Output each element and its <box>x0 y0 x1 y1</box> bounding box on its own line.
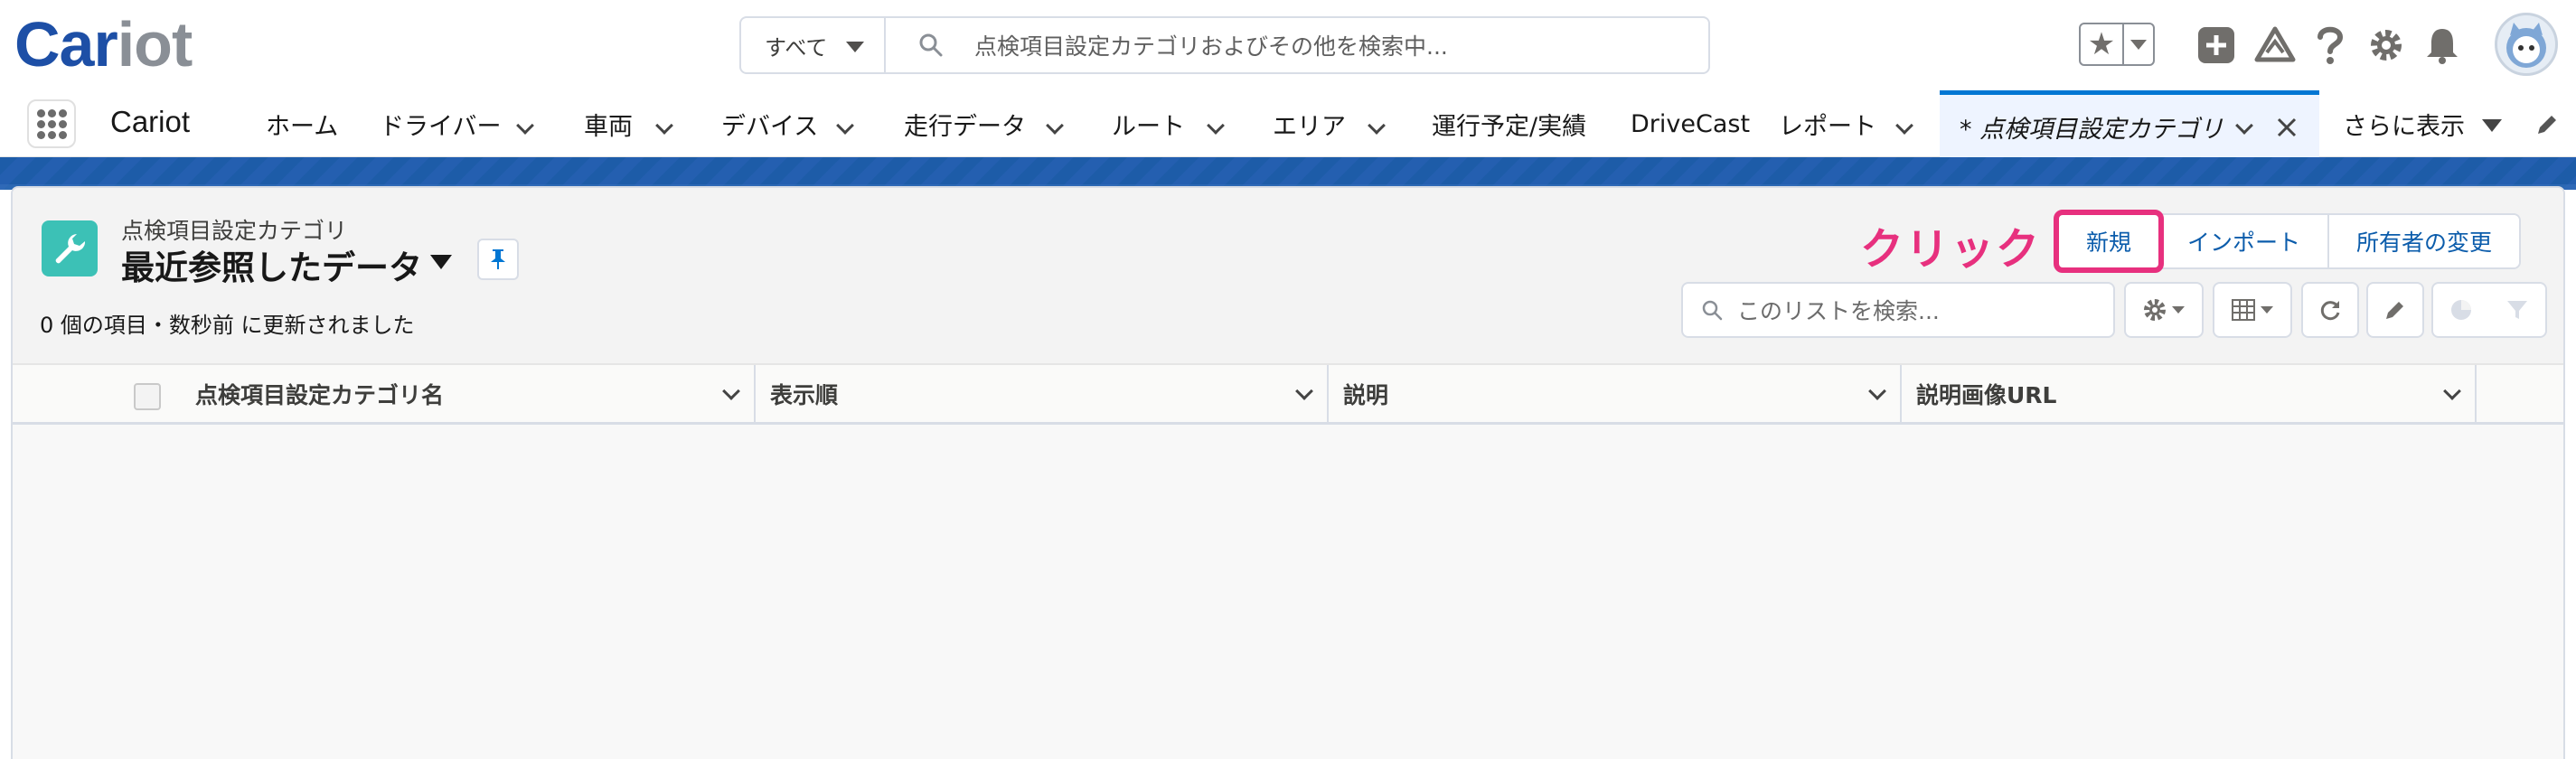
list-view-switcher-icon[interactable] <box>430 255 452 269</box>
nav-item-home[interactable]: ホーム <box>266 90 338 157</box>
bell-icon[interactable] <box>2424 25 2460 65</box>
favorites-button[interactable]: ★ <box>2079 23 2155 66</box>
table-icon <box>2232 299 2255 321</box>
refresh-icon <box>2320 301 2340 321</box>
list-view-header: 点検項目設定カテゴリ 最近参照したデータ 0 個の項目・数秒前 に更新されました… <box>13 188 2563 363</box>
header-utility-icons: ★ <box>2079 13 2558 76</box>
inline-edit-button[interactable] <box>2366 282 2424 338</box>
pin-list-button[interactable] <box>477 239 519 280</box>
global-header: Car iot すべて 点検項目設定カテゴリおよびその他を検索中... ★ <box>0 0 2576 90</box>
pin-icon <box>491 249 505 269</box>
caret-down-icon <box>2130 39 2147 50</box>
app-launcher-icon[interactable] <box>27 99 76 148</box>
nav-item-drivecast[interactable]: DriveCast <box>1631 90 1750 157</box>
display-as-button[interactable] <box>2213 282 2292 338</box>
filter-icon[interactable] <box>2505 298 2529 322</box>
chevron-down-icon[interactable] <box>1295 382 1313 400</box>
caret-down-icon <box>2261 306 2273 314</box>
favorites-dropdown[interactable] <box>2124 24 2153 64</box>
global-search: すべて 点検項目設定カテゴリおよびその他を検索中... <box>739 16 1710 74</box>
search-scope-dropdown[interactable]: すべて <box>741 18 886 72</box>
list-view-card: 点検項目設定カテゴリ 最近参照したデータ 0 個の項目・数秒前 に更新されました… <box>11 186 2565 759</box>
table-body-empty <box>13 425 2563 759</box>
nav-item-drivers[interactable]: ドライバー <box>380 90 501 157</box>
wrench-icon <box>42 220 98 276</box>
list-view-title: 最近参照したデータ <box>121 248 422 287</box>
app-name: Cariot <box>110 105 191 138</box>
chevron-down-icon[interactable] <box>1046 117 1064 135</box>
nav-item-vehicles[interactable]: 車両 <box>584 90 633 157</box>
chevron-down-icon[interactable] <box>1207 117 1225 135</box>
edit-icon <box>2386 302 2403 319</box>
help-icon[interactable] <box>2314 25 2346 65</box>
search-icon <box>919 33 943 57</box>
column-header-description[interactable]: 説明 <box>1329 365 1902 422</box>
column-header-image-url[interactable]: 説明画像URL <box>1902 365 2477 422</box>
user-avatar[interactable] <box>2495 13 2558 76</box>
star-icon[interactable]: ★ <box>2081 24 2124 64</box>
caret-down-icon <box>846 42 864 52</box>
caret-down-icon[interactable] <box>2482 119 2502 132</box>
brand-band <box>0 157 2576 190</box>
click-annotation: クリック <box>1860 224 2042 275</box>
chart-icon[interactable] <box>2449 298 2473 322</box>
plus-icon[interactable] <box>2196 25 2236 65</box>
nav-item-drive-data[interactable]: 走行データ <box>904 90 1026 157</box>
nav-item-reports[interactable]: レポート <box>1779 90 1876 157</box>
search-icon <box>1702 300 1723 321</box>
gear-icon[interactable] <box>2366 25 2406 65</box>
list-actions: 新規 インポート 所有者の変更 <box>2053 210 2522 273</box>
tab-inspection-category[interactable]: * 点検項目設定カテゴリ <box>1940 90 2319 157</box>
nav-item-devices[interactable]: デバイス <box>721 90 818 157</box>
change-owner-button[interactable]: 所有者の変更 <box>2327 215 2520 267</box>
table-header: 点検項目設定カテゴリ名 表示順 説明 説明画像URL <box>13 363 2563 425</box>
nav-item-areas[interactable]: エリア <box>1273 90 1346 157</box>
chevron-down-icon[interactable] <box>1895 117 1913 135</box>
chart-filter-group <box>2431 282 2547 338</box>
avatar-image-icon <box>2506 23 2546 68</box>
select-all-checkbox[interactable] <box>134 383 161 410</box>
list-meta-status: 0 個の項目・数秒前 に更新されました <box>40 313 415 338</box>
trailhead-icon[interactable] <box>2254 25 2296 65</box>
refresh-button[interactable] <box>2301 282 2359 338</box>
chevron-down-icon[interactable] <box>655 117 673 135</box>
column-header-order[interactable]: 表示順 <box>756 365 1329 422</box>
app-nav-bar: Cariot ホーム ドライバー 車両 デバイス 走行データ ルート エリア 運… <box>0 90 2576 157</box>
nav-item-routes[interactable]: ルート <box>1112 90 1185 157</box>
chevron-down-icon[interactable] <box>836 117 854 135</box>
nav-item-schedule[interactable]: 運行予定/実績 <box>1432 90 1586 157</box>
chevron-down-icon[interactable] <box>1868 382 1886 400</box>
list-search-input[interactable]: このリストを検索... <box>1681 282 2115 338</box>
chevron-down-icon[interactable] <box>516 117 534 135</box>
global-search-input[interactable]: 点検項目設定カテゴリおよびその他を検索中... <box>886 18 1708 72</box>
chevron-down-icon[interactable] <box>1368 117 1386 135</box>
close-icon[interactable] <box>2276 117 2298 138</box>
caret-down-icon <box>2172 306 2185 314</box>
nav-more[interactable]: さらに表示 <box>2343 90 2465 157</box>
column-header-name[interactable]: 点検項目設定カテゴリ名 <box>181 365 756 422</box>
chevron-down-icon[interactable] <box>2235 117 2253 135</box>
chevron-down-icon[interactable] <box>722 382 740 400</box>
edit-nav-icon[interactable] <box>2534 112 2560 137</box>
import-button[interactable]: インポート <box>2158 215 2328 267</box>
chevron-down-icon[interactable] <box>2443 382 2461 400</box>
new-button[interactable]: 新規 <box>2053 210 2165 273</box>
gear-icon <box>2144 299 2166 321</box>
list-settings-button[interactable] <box>2124 282 2204 338</box>
cariot-logo[interactable]: Car iot <box>14 13 193 76</box>
